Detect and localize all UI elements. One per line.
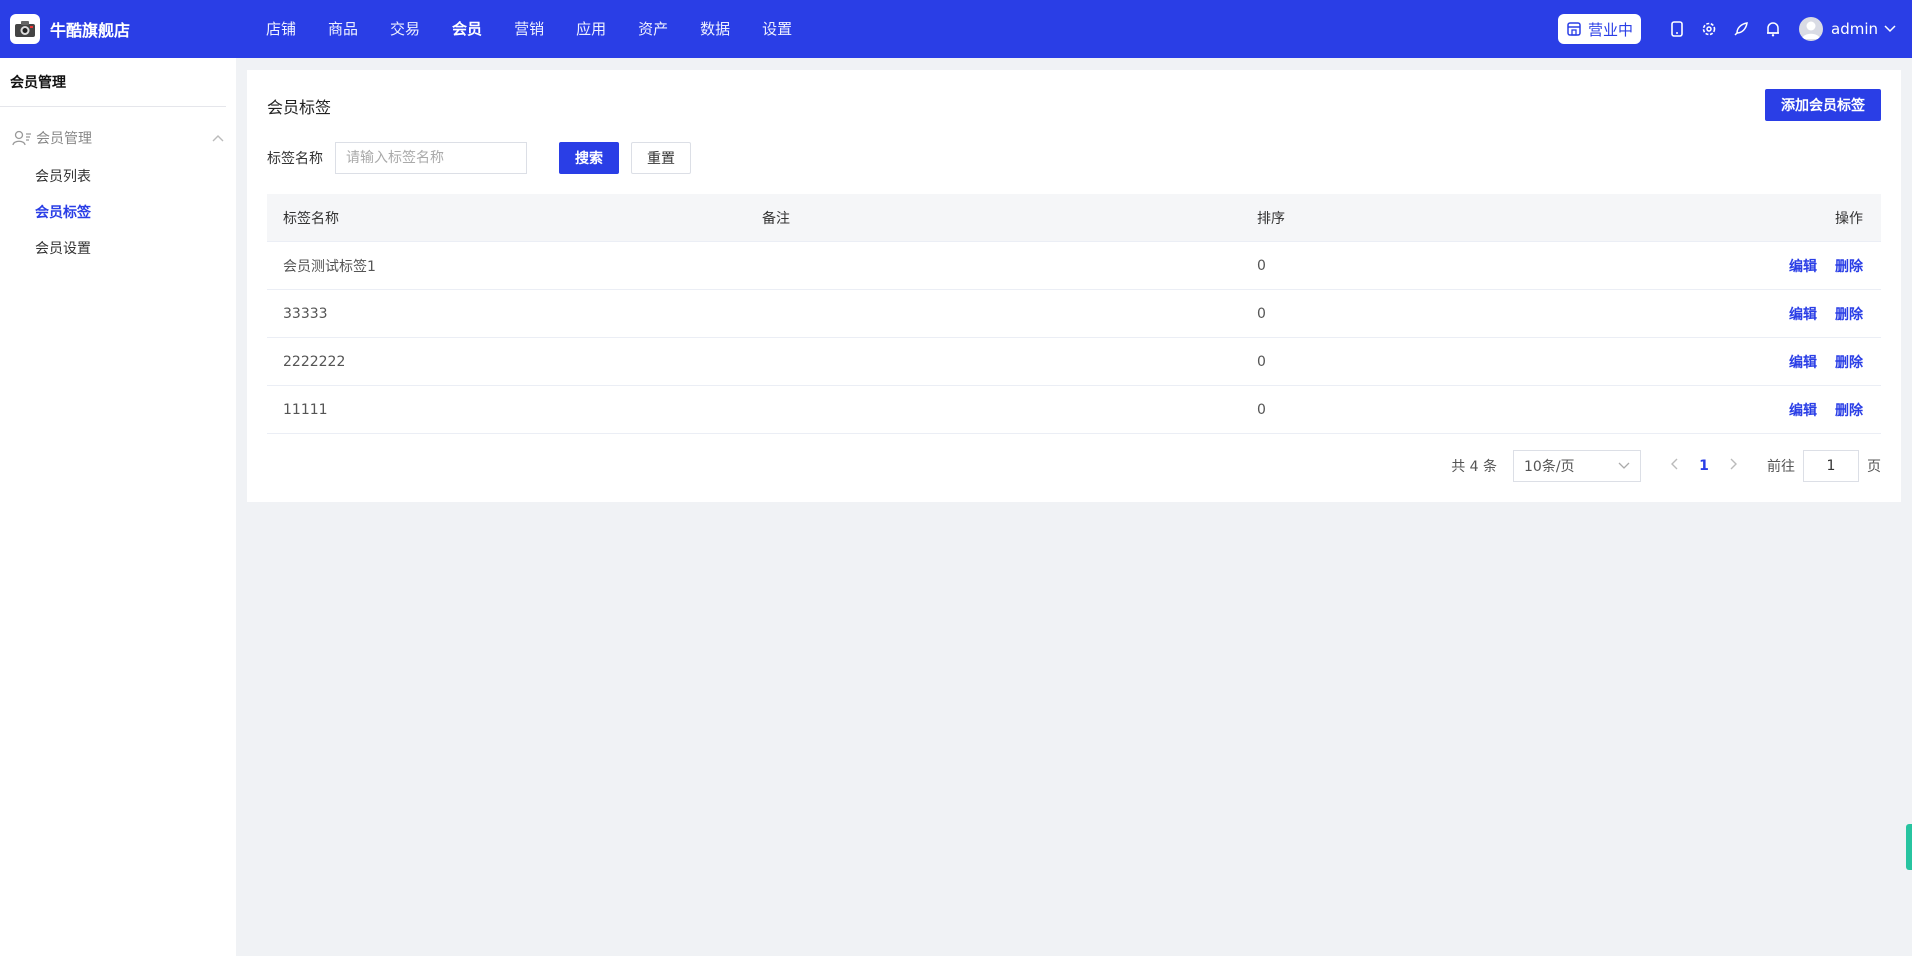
page-number-current[interactable]: 1: [1689, 458, 1719, 474]
table-header: 标签名称 备注 排序 操作: [267, 194, 1881, 242]
goto-suffix: 页: [1867, 459, 1881, 475]
edit-link[interactable]: 编辑: [1789, 400, 1817, 420]
topnav-item-apps[interactable]: 应用: [560, 0, 622, 58]
chevron-left-icon: [1671, 458, 1678, 470]
user-menu[interactable]: admin: [1799, 17, 1896, 41]
delete-link[interactable]: 删除: [1835, 352, 1863, 372]
topnav-item-shop[interactable]: 店铺: [250, 0, 312, 58]
chevron-down-icon: [1884, 25, 1896, 33]
cell-actions: 编辑 删除: [1657, 352, 1881, 372]
total-count: 共 4 条: [1451, 459, 1497, 475]
delete-link[interactable]: 删除: [1835, 304, 1863, 324]
column-header-actions: 操作: [1835, 210, 1863, 227]
top-bar: 牛酷旗舰店 店铺 商品 交易 会员 营销 应用 资产 数据 设置 营业中 adm…: [0, 0, 1912, 58]
page-size-value: 10条/页: [1524, 459, 1575, 475]
cell-actions: 编辑 删除: [1657, 304, 1881, 324]
sidebar-title: 会员管理: [0, 58, 226, 107]
goto-prefix: 前往: [1767, 459, 1795, 475]
store-status-label: 营业中: [1587, 20, 1633, 39]
topnav-item-assets[interactable]: 资产: [622, 0, 684, 58]
page-title: 会员标签: [267, 98, 332, 117]
top-nav: 店铺 商品 交易 会员 营销 应用 资产 数据 设置: [250, 0, 808, 58]
store-icon: [1567, 22, 1581, 36]
sidebar-item-member-settings[interactable]: 会员设置: [35, 231, 141, 267]
table-row: 33333 0 编辑 删除: [267, 290, 1881, 338]
topnav-item-marketing[interactable]: 营销: [498, 0, 560, 58]
rocket-icon[interactable]: [1733, 21, 1749, 37]
cell-actions: 编辑 删除: [1657, 256, 1881, 276]
cell-tag-name: 11111: [283, 401, 328, 418]
sidebar-sub-items: 会员列表 会员标签 会员设置: [0, 159, 236, 267]
sidebar-group-member-management[interactable]: 会员管理: [0, 123, 236, 153]
store-status-badge[interactable]: 营业中: [1557, 14, 1641, 44]
table-row: 会员测试标签1 0 编辑 删除: [267, 242, 1881, 290]
sidebar: 会员管理 会员管理 会员列表 会员标签 会员设置: [0, 58, 236, 956]
delete-link[interactable]: 删除: [1835, 256, 1863, 276]
table-row: 11111 0 编辑 删除: [267, 386, 1881, 434]
topnav-item-settings[interactable]: 设置: [746, 0, 808, 58]
page-size-select[interactable]: 10条/页: [1513, 450, 1641, 482]
member-tags-card: 会员标签 添加会员标签 标签名称 搜索 重置 标签名称 备注 排序 操作 会员测…: [247, 70, 1901, 502]
column-header-sort: 排序: [1257, 210, 1285, 227]
table-row: 2222222 0 编辑 删除: [267, 338, 1881, 386]
tag-name-filter-label: 标签名称: [267, 151, 323, 167]
topnav-item-member[interactable]: 会员: [436, 0, 498, 58]
delete-link[interactable]: 删除: [1835, 400, 1863, 420]
edit-link[interactable]: 编辑: [1789, 352, 1817, 372]
edit-link[interactable]: 编辑: [1789, 304, 1817, 324]
search-button[interactable]: 搜索: [559, 142, 619, 174]
column-header-tag-name: 标签名称: [283, 210, 339, 227]
user-icon: [12, 130, 31, 146]
goto-page-input[interactable]: [1803, 450, 1859, 482]
gear-icon[interactable]: [1701, 21, 1717, 37]
store-name: 牛酷旗舰店: [50, 21, 131, 40]
cell-sort: 0: [1257, 401, 1266, 418]
topnav-item-goods[interactable]: 商品: [312, 0, 374, 58]
chevron-down-icon: [1618, 462, 1630, 469]
chevron-up-icon: [212, 135, 224, 142]
edit-link[interactable]: 编辑: [1789, 256, 1817, 276]
side-drawer-handle[interactable]: [1906, 824, 1912, 870]
cell-tag-name: 33333: [283, 305, 328, 322]
filter-bar: 标签名称 搜索 重置: [267, 142, 691, 174]
cell-sort: 0: [1257, 257, 1266, 274]
username: admin: [1831, 20, 1878, 38]
topnav-item-trade[interactable]: 交易: [374, 0, 436, 58]
cell-tag-name: 2222222: [283, 353, 346, 370]
member-tags-table: 标签名称 备注 排序 操作 会员测试标签1 0 编辑 删除 33333 0 编辑: [267, 194, 1881, 434]
tag-name-search-input[interactable]: [335, 142, 527, 174]
chevron-right-icon: [1730, 458, 1737, 470]
next-page-button[interactable]: [1719, 458, 1749, 474]
topnav-item-data[interactable]: 数据: [684, 0, 746, 58]
mobile-icon[interactable]: [1669, 21, 1685, 37]
pagination: 共 4 条 10条/页 1 前往 页: [1451, 450, 1881, 482]
brand[interactable]: 牛酷旗舰店: [0, 14, 240, 44]
sidebar-item-member-list[interactable]: 会员列表: [35, 159, 141, 195]
add-member-tag-button[interactable]: 添加会员标签: [1765, 89, 1881, 121]
prev-page-button[interactable]: [1659, 458, 1689, 474]
sidebar-item-member-tags[interactable]: 会员标签: [35, 195, 141, 231]
bell-icon[interactable]: [1765, 21, 1781, 37]
store-logo-icon: [10, 14, 40, 44]
reset-button[interactable]: 重置: [631, 142, 691, 174]
table-body: 会员测试标签1 0 编辑 删除 33333 0 编辑 删除 2222222 0 …: [267, 242, 1881, 434]
cell-sort: 0: [1257, 353, 1266, 370]
cell-actions: 编辑 删除: [1657, 400, 1881, 420]
cell-sort: 0: [1257, 305, 1266, 322]
sidebar-group-label: 会员管理: [36, 131, 92, 147]
header-actions: 营业中 admin: [1557, 0, 1896, 58]
cell-tag-name: 会员测试标签1: [283, 258, 376, 275]
column-header-remark: 备注: [762, 210, 790, 227]
avatar: [1799, 17, 1823, 41]
